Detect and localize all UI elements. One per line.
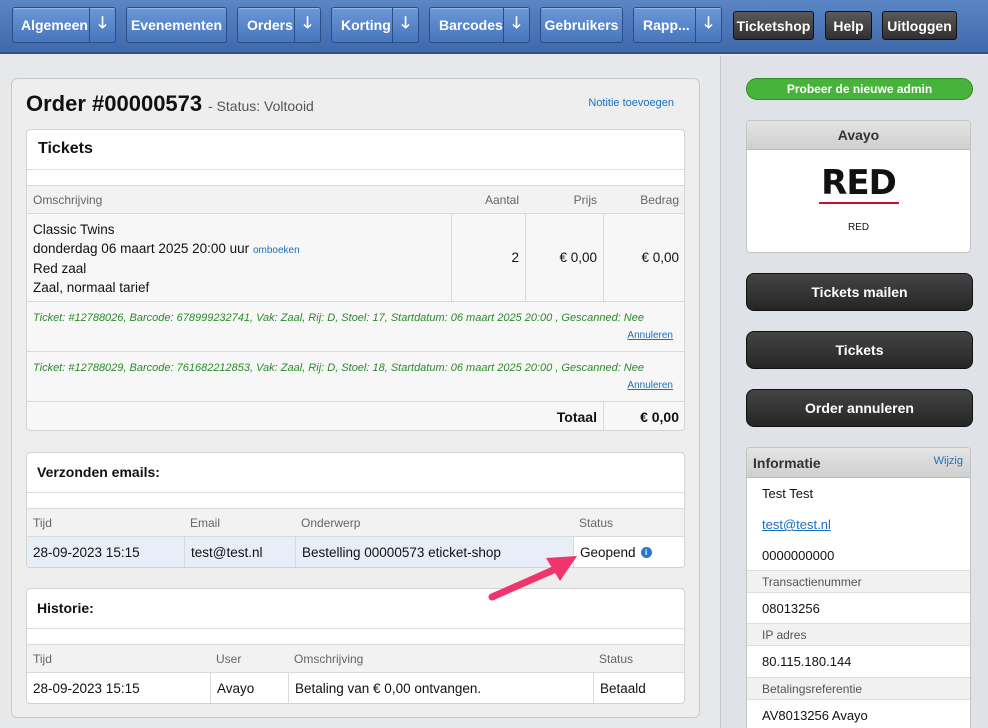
arrow-down-icon[interactable]: 🡓 (392, 8, 418, 42)
order-status: - Status: Voltooid (208, 98, 314, 114)
rebook-link[interactable]: omboeken (253, 245, 300, 256)
ticket-line: Ticket: #12788026, Barcode: 678999232741… (27, 301, 684, 351)
tickets-heading: Tickets (27, 130, 684, 170)
history-tijd: 28-09-2023 15:15 (33, 681, 140, 696)
customer-email-row: test@test.nl (747, 509, 970, 540)
cancel-ticket-link[interactable]: Annuleren (627, 380, 673, 391)
info-panel: Informatie Wijzig Test Test test@test.nl … (746, 447, 971, 728)
transaction-value: 08013256 (747, 592, 970, 623)
col-omschrijving: Omschrijving (33, 192, 103, 207)
col-onderwerp: Onderwerp (301, 515, 361, 530)
ticket-item-row: Classic Twins donderdag 06 maart 2025 20… (27, 214, 684, 301)
nav-orders-label: Orders (247, 17, 293, 33)
nav-orders[interactable]: Orders 🡓 (237, 7, 321, 43)
nav-gebruikers-label: Gebruikers (544, 17, 619, 33)
nav-gebruikers[interactable]: Gebruikers (540, 7, 623, 43)
event-rate: Zaal, normaal tarief (33, 279, 150, 295)
nav-barcodes[interactable]: Barcodes 🡓 (429, 7, 530, 43)
ip-label: IP adres (747, 623, 970, 645)
order-panel: Order #00000573 - Status: Voltooid Notit… (11, 78, 700, 718)
ticket-bedrag: € 0,00 (603, 214, 684, 301)
new-admin-button[interactable]: Probeer de nieuwe admin (746, 78, 973, 100)
nav-algemeen[interactable]: Algemeen 🡓 (12, 7, 116, 43)
nav-evenementen[interactable]: Evenementen (126, 7, 227, 43)
total-label: Totaal (556, 408, 597, 425)
email-address: test@test.nl (184, 537, 295, 567)
col-status: Status (599, 651, 634, 666)
event-hall: Red zaal (33, 261, 87, 276)
info-heading-label: Informatie (753, 454, 821, 471)
arrow-down-icon[interactable]: 🡓 (89, 8, 115, 42)
transaction-label: Transactienummer (747, 570, 970, 592)
nav-evenementen-label: Evenementen (130, 17, 223, 33)
order-title: Order #00000573 (26, 91, 203, 116)
col-user: User (216, 651, 242, 666)
col-email: Email (190, 515, 221, 530)
emails-heading: Verzonden emails: (27, 453, 684, 493)
col-aantal: Aantal (484, 192, 519, 207)
sidebar: Probeer de nieuwe admin Avayo RED RED Ti… (720, 56, 988, 728)
info-heading: Informatie Wijzig (747, 448, 970, 478)
history-status: Betaald (593, 673, 684, 703)
logo-underline (818, 202, 899, 204)
emails-header-row: Tijd Email Onderwerp Status (27, 508, 684, 537)
cancel-ticket-link[interactable]: Annuleren (627, 330, 673, 341)
event-date: donderdag 06 maart 2025 20:00 uur (33, 240, 250, 256)
ticket-line-text: Ticket: #12788029, Barcode: 761682212853… (33, 362, 644, 374)
logo-text: RED (821, 163, 897, 203)
total-value: € 0,00 (603, 402, 684, 430)
ticketshop-button[interactable]: Ticketshop (733, 11, 814, 40)
history-header-row: Tijd User Omschrijving Status (27, 644, 684, 673)
mail-tickets-button[interactable]: Tickets mailen (746, 273, 973, 311)
col-tijd: Tijd (33, 651, 52, 666)
nav-korting[interactable]: Korting 🡓 (331, 7, 419, 43)
ticket-aantal: 2 (451, 214, 525, 301)
col-status: Status (579, 515, 614, 530)
nav-barcodes-label: Barcodes (439, 17, 503, 33)
organizer-caption: RED (847, 222, 870, 233)
help-button[interactable]: Help (825, 11, 872, 40)
ticket-prijs: € 0,00 (525, 214, 603, 301)
nav-rapportages-label: Rapp... (643, 17, 690, 33)
ticket-line: Ticket: #12788029, Barcode: 761682212853… (27, 351, 684, 401)
ticket-item-description: Classic Twins donderdag 06 maart 2025 20… (33, 221, 300, 297)
organizer-logo: RED (747, 150, 970, 220)
logout-button[interactable]: Uitloggen (882, 11, 957, 40)
payment-ref-value: AV8013256 Avayo (747, 699, 970, 728)
history-description: Betaling van € 0,00 ontvangen. (288, 673, 593, 703)
event-name: Classic Twins (33, 222, 115, 237)
organizer-name: Avayo (747, 121, 970, 150)
history-row: 28-09-2023 15:15 Avayo Betaling van € 0,… (27, 673, 684, 703)
ip-value: 80.115.180.144 (747, 645, 970, 677)
tickets-button[interactable]: Tickets (746, 331, 973, 369)
customer-email-link[interactable]: test@test.nl (762, 517, 831, 532)
arrow-down-icon[interactable]: 🡓 (503, 8, 529, 42)
nav-algemeen-label: Algemeen (21, 17, 88, 33)
organizer-card: Avayo RED RED (746, 120, 971, 253)
customer-name: Test Test (762, 486, 814, 501)
customer-phone: 0000000000 (762, 547, 835, 563)
top-navigation: Algemeen 🡓 Evenementen Orders 🡓 Korting 🡓 B… (0, 0, 988, 54)
nav-rapportages[interactable]: Rapp... 🡓 (633, 7, 722, 43)
col-bedrag: Bedrag (640, 192, 679, 207)
tickets-header-row: Omschrijving Aantal Prijs Bedrag (27, 185, 684, 214)
add-note-link[interactable]: Notitie toevoegen (588, 97, 674, 109)
arrow-down-icon[interactable]: 🡓 (695, 8, 721, 42)
event-date-line: donderdag 06 maart 2025 20:00 uur omboek… (33, 240, 300, 261)
arrow-down-icon[interactable]: 🡓 (294, 8, 320, 42)
col-omschrijving: Omschrijving (294, 651, 364, 666)
col-tijd: Tijd (33, 515, 52, 530)
ticket-line-text: Ticket: #12788026, Barcode: 678999232741… (33, 312, 644, 324)
info-icon[interactable]: i (640, 547, 652, 558)
history-user: Avayo (210, 673, 288, 703)
edit-info-link[interactable]: Wijzig (934, 455, 963, 467)
ticket-total-row: Totaal € 0,00 (27, 401, 684, 430)
annotation-arrow (488, 556, 577, 601)
tickets-box: Tickets Omschrijving Aantal Prijs Bedrag… (26, 129, 685, 431)
cancel-order-button[interactable]: Order annuleren (746, 389, 973, 427)
nav-korting-label: Korting (341, 17, 391, 33)
payment-ref-label: Betalingsreferentie (747, 677, 970, 699)
col-prijs: Prijs (573, 192, 597, 207)
email-tijd: 28-09-2023 15:15 (33, 545, 140, 560)
